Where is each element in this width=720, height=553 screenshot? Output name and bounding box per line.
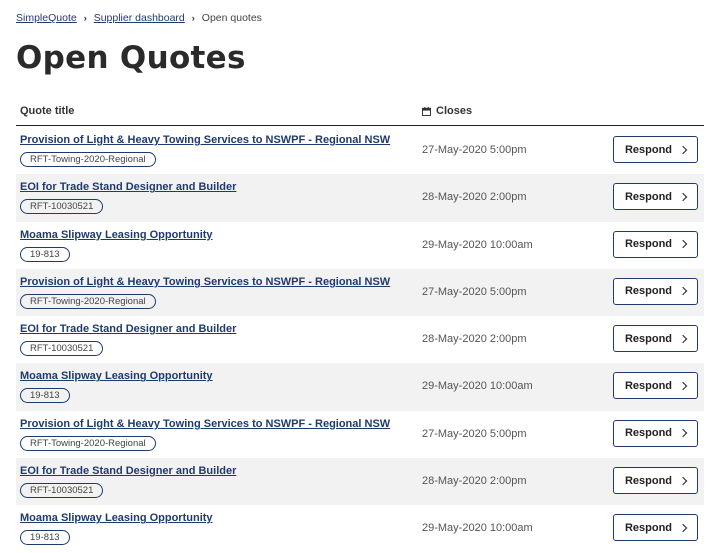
quote-closes-date: 29-May-2020 10:00am — [422, 522, 533, 535]
quotes-table-body: Provision of Light & Heavy Towing Servic… — [16, 127, 704, 553]
table-row: Moama Slipway Leasing Opportunity 19-813 2… — [16, 363, 704, 411]
respond-button[interactable]: Respond — [613, 230, 698, 258]
respond-button[interactable]: Respond — [613, 183, 698, 211]
table-row: Moama Slipway Leasing Opportunity 19-813 2… — [16, 505, 704, 552]
table-row: Provision of Light & Heavy Towing Servic… — [16, 411, 704, 458]
quote-title-link[interactable]: EOI for Trade Stand Designer and Builder — [20, 465, 236, 477]
quote-reference-badge: RFT-10030521 — [20, 483, 104, 499]
table-row: EOI for Trade Stand Designer and Builder… — [16, 316, 704, 363]
quote-title-link[interactable]: EOI for Trade Stand Designer and Builder — [20, 323, 236, 335]
quote-closes-date: 28-May-2020 2:00pm — [422, 475, 527, 488]
quote-reference-badge: RFT-Towing-2020-Regional — [20, 435, 156, 451]
quote-title-link[interactable]: Moama Slipway Leasing Opportunity — [20, 370, 213, 382]
quote-closes-date: 28-May-2020 2:00pm — [422, 191, 527, 204]
respond-button[interactable]: Respond — [613, 372, 698, 400]
chevron-right-icon — [678, 476, 688, 485]
quote-title-link[interactable]: Provision of Light & Heavy Towing Servic… — [20, 134, 390, 146]
chevron-right-icon — [678, 239, 688, 249]
respond-button-label: Respond — [624, 474, 673, 487]
respond-button-label: Respond — [624, 143, 673, 156]
quote-reference-badge: RFT-10030521 — [20, 199, 104, 215]
breadcrumb-current: Open quotes — [201, 12, 262, 24]
table-header: Quote title Closes — [16, 98, 704, 126]
quote-title-link[interactable]: Moama Slipway Leasing Opportunity — [20, 229, 213, 241]
quote-reference-badge: RFT-Towing-2020-Regional — [20, 293, 156, 309]
quote-title-link[interactable]: Moama Slipway Leasing Opportunity — [20, 512, 213, 524]
respond-button[interactable]: Respond — [613, 325, 698, 353]
chevron-right-icon — [678, 429, 688, 438]
quote-title-link[interactable]: EOI for Trade Stand Designer and Builder — [20, 181, 236, 193]
table-row: Provision of Light & Heavy Towing Servic… — [16, 127, 704, 174]
chevron-right-icon: › — [83, 13, 87, 23]
quote-reference-badge: 19-813 — [20, 530, 70, 546]
column-header-closes: Closes — [422, 105, 472, 117]
quote-closes-date: 29-May-2020 10:00am — [422, 238, 533, 251]
respond-button-label: Respond — [624, 521, 673, 534]
breadcrumb: SimpleQuote › Supplier dashboard › Open … — [16, 12, 262, 24]
column-header-quote-title: Quote title — [20, 105, 75, 117]
respond-button[interactable]: Respond — [613, 467, 698, 495]
quote-closes-date: 27-May-2020 5:00pm — [422, 427, 527, 440]
chevron-right-icon: › — [191, 13, 195, 23]
respond-button-label: Respond — [624, 379, 673, 392]
quote-reference-badge: RFT-10030521 — [20, 341, 104, 357]
chevron-right-icon — [678, 523, 688, 533]
chevron-right-icon — [678, 145, 688, 154]
quote-reference-badge: 19-813 — [20, 246, 70, 262]
table-row: Moama Slipway Leasing Opportunity 19-813 2… — [16, 222, 704, 269]
breadcrumb-supplier-dashboard[interactable]: Supplier dashboard — [94, 12, 185, 24]
quote-reference-badge: 19-813 — [20, 388, 70, 404]
respond-button-label: Respond — [624, 332, 673, 345]
respond-button[interactable]: Respond — [613, 419, 698, 447]
respond-button-label: Respond — [624, 285, 673, 298]
chevron-right-icon — [678, 381, 688, 391]
respond-button-label: Respond — [624, 427, 673, 440]
page-title: Open Quotes — [16, 40, 246, 76]
chevron-right-icon — [678, 192, 688, 202]
column-header-closes-label: Closes — [436, 105, 473, 117]
quote-closes-date: 27-May-2020 5:00pm — [422, 144, 527, 156]
quote-closes-date: 29-May-2020 10:00am — [422, 380, 533, 393]
breadcrumb-simplequote[interactable]: SimpleQuote — [16, 12, 77, 24]
quote-title-link[interactable]: Provision of Light & Heavy Towing Servic… — [20, 276, 390, 288]
quote-title-link[interactable]: Provision of Light & Heavy Towing Servic… — [20, 418, 390, 430]
quote-closes-date: 28-May-2020 2:00pm — [422, 333, 527, 346]
table-row: Provision of Light & Heavy Towing Servic… — [16, 268, 704, 317]
respond-button[interactable]: Respond — [613, 277, 698, 305]
chevron-right-icon — [678, 287, 688, 296]
quote-closes-date: 27-May-2020 5:00pm — [422, 285, 527, 298]
table-row: EOI for Trade Stand Designer and Builder… — [16, 174, 704, 222]
quote-reference-badge: RFT-Towing-2020-Regional — [20, 152, 156, 167]
calendar-icon — [422, 106, 431, 116]
table-row: EOI for Trade Stand Designer and Builder… — [16, 458, 704, 506]
respond-button-label: Respond — [624, 238, 673, 251]
respond-button-label: Respond — [624, 190, 673, 203]
chevron-right-icon — [678, 334, 688, 343]
respond-button[interactable]: Respond — [613, 136, 698, 163]
respond-button[interactable]: Respond — [613, 514, 698, 542]
